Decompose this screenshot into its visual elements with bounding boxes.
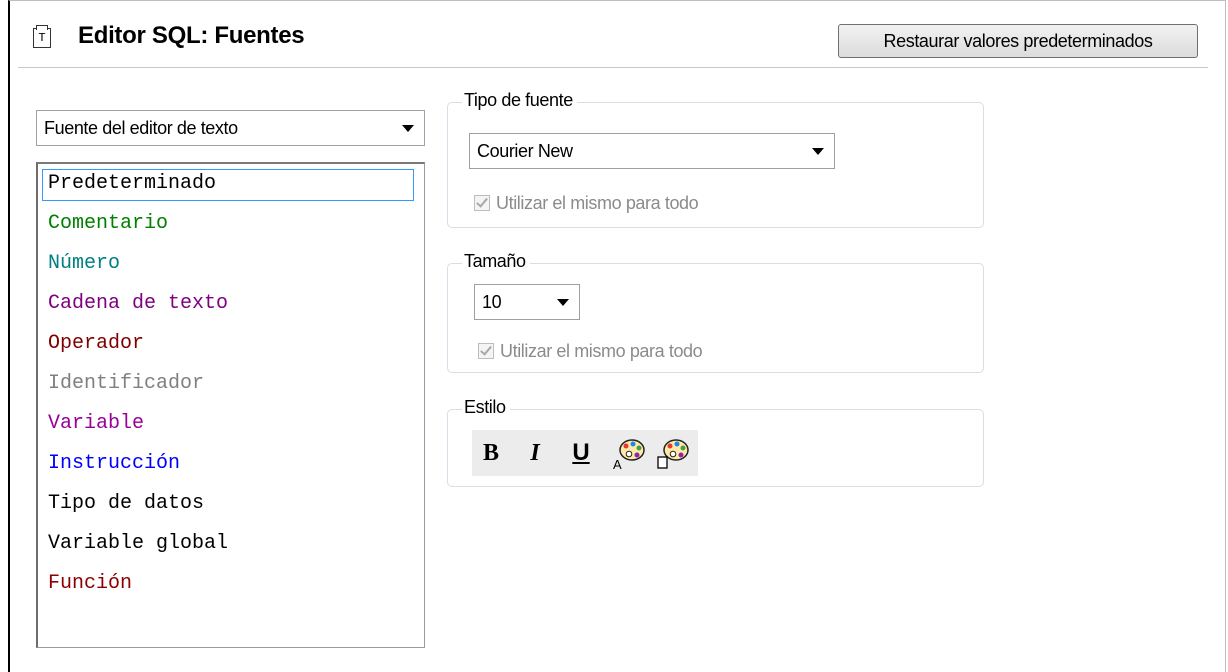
font-page-icon: T [33, 25, 51, 48]
list-item[interactable]: Comentario [38, 204, 424, 244]
size-legend: Tamaño [462, 251, 530, 272]
restore-defaults-button[interactable]: Restaurar valores predeterminados [838, 24, 1198, 58]
size-value: 10 [482, 292, 502, 312]
list-item[interactable]: Operador [38, 324, 424, 364]
style-toolbar: B I U A [472, 430, 698, 476]
font-type-dropdown[interactable]: Courier New [469, 133, 835, 169]
bold-button[interactable]: B [474, 430, 508, 476]
list-item[interactable]: Función [38, 564, 424, 604]
checkbox-checked-icon [474, 195, 490, 211]
chevron-down-icon [812, 148, 824, 155]
size-same-label: Utilizar el mismo para todo [500, 341, 703, 361]
italic-button[interactable]: I [518, 430, 552, 476]
underline-button[interactable]: U [564, 430, 598, 476]
syntax-element-list[interactable]: Predeterminado Comentario Número Cadena de … [36, 162, 425, 648]
list-item[interactable]: Variable global [38, 524, 424, 564]
list-item[interactable]: Predeterminado [38, 164, 424, 204]
size-dropdown[interactable]: 10 [474, 284, 580, 320]
font-type-value: Courier New [477, 141, 573, 161]
header-divider [18, 67, 1208, 68]
font-type-same-checkbox[interactable]: Utilizar el mismo para todo [474, 193, 699, 214]
list-item[interactable]: Variable [38, 404, 424, 444]
list-item[interactable]: Cadena de texto [38, 284, 424, 324]
text-color-icon[interactable]: A [612, 437, 648, 471]
style-legend: Estilo [462, 397, 510, 418]
list-item[interactable]: Instrucción [38, 444, 424, 484]
size-same-checkbox[interactable]: Utilizar el mismo para todo [478, 341, 703, 362]
list-item[interactable]: Tipo de datos [38, 484, 424, 524]
chevron-down-icon [402, 125, 414, 132]
list-item[interactable]: Número [38, 244, 424, 284]
font-type-legend: Tipo de fuente [462, 90, 577, 111]
checkbox-checked-icon [478, 343, 494, 359]
page-title: Editor SQL: Fuentes [78, 22, 305, 49]
font-target-dropdown[interactable]: Fuente del editor de texto [36, 110, 425, 146]
background-color-icon[interactable] [656, 437, 692, 471]
font-target-value: Fuente del editor de texto [44, 118, 238, 138]
font-type-same-label: Utilizar el mismo para todo [496, 193, 699, 213]
chevron-down-icon [557, 299, 569, 306]
svg-text:A: A [613, 457, 622, 471]
list-item[interactable]: Identificador [38, 364, 424, 404]
